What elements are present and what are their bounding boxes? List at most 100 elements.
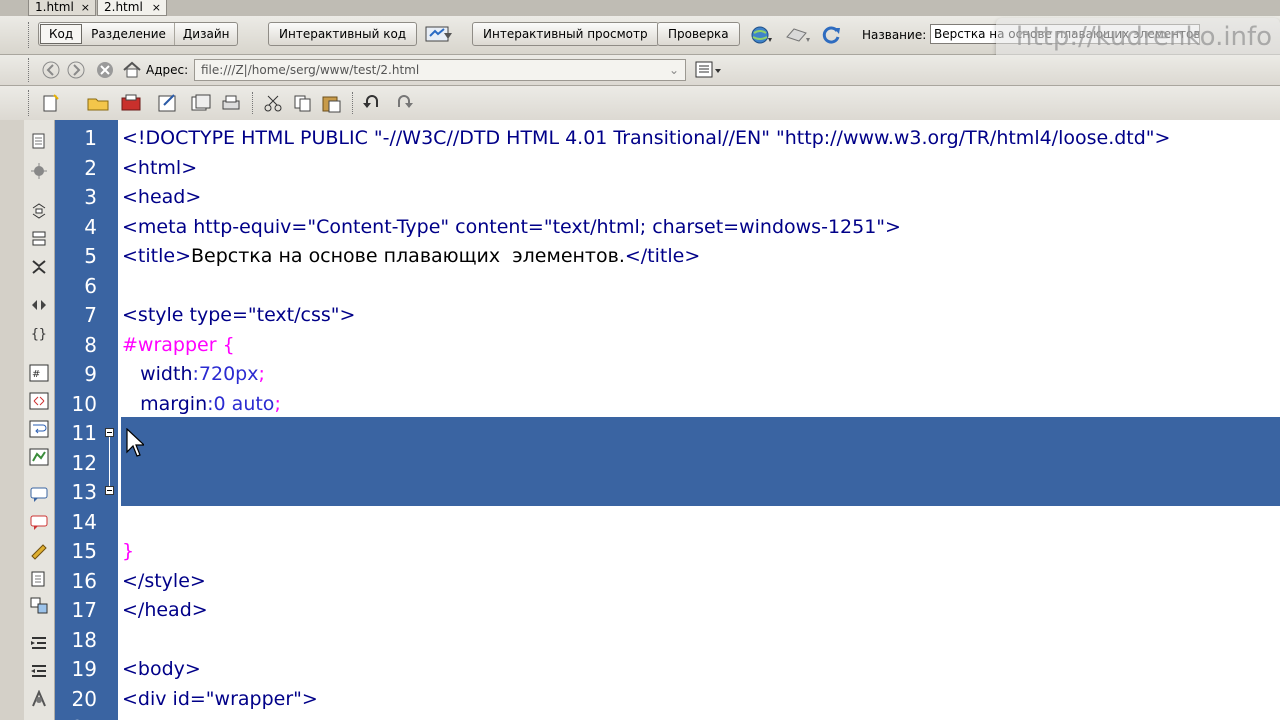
tab-2-html[interactable]: 2.html ×	[97, 0, 167, 16]
address-input[interactable]: file:///Z|/home/serg/www/test/2.html ⌄	[194, 59, 686, 81]
check-button[interactable]: Проверка	[657, 22, 740, 46]
line-number: 6	[84, 274, 97, 298]
fold-toggle-icon[interactable]	[105, 428, 114, 437]
fold-toggle-icon[interactable]	[105, 486, 114, 495]
wrap-tag-icon[interactable]	[29, 542, 49, 560]
back-icon[interactable]	[42, 61, 62, 79]
code-line[interactable]: <body>	[122, 657, 201, 681]
fold-line	[109, 437, 110, 487]
address-url: file:///Z|/home/serg/www/test/2.html	[201, 63, 420, 77]
line-number: 10	[71, 392, 97, 416]
split-view-button[interactable]: Разделение	[83, 23, 175, 45]
line-number: 12	[71, 451, 97, 475]
tab-1-html[interactable]: 1.html ×	[28, 0, 96, 16]
home-icon[interactable]	[122, 60, 144, 80]
save-icon[interactable]	[156, 93, 180, 113]
apply-comment-icon[interactable]	[29, 486, 49, 504]
watermark-text: http://kudrenko.info	[1016, 22, 1273, 52]
collapse-full-tag-icon[interactable]	[29, 202, 49, 220]
mouse-cursor-icon	[126, 428, 144, 457]
address-label: Адрес:	[146, 63, 189, 77]
title-label: Название:	[862, 28, 927, 42]
code-line[interactable]: }	[122, 539, 134, 563]
toolbar-gripper[interactable]	[28, 90, 32, 116]
redo-icon[interactable]	[394, 93, 416, 113]
line-number: 19	[71, 657, 97, 681]
code-line[interactable]: <meta http-equiv="Content-Type" content=…	[122, 215, 901, 239]
code-line[interactable]: width:720px;	[122, 362, 265, 386]
code-line[interactable]: <div id="wrapper">	[122, 687, 318, 711]
open-folder-icon[interactable]	[86, 93, 112, 113]
collapse-selection-icon[interactable]	[29, 230, 49, 248]
code-token: margin	[122, 393, 208, 415]
toolbar-gripper[interactable]	[28, 58, 32, 82]
line-numbers-icon[interactable]: #	[29, 364, 49, 382]
line-number: 2	[84, 156, 97, 180]
code-line[interactable]: <html>	[122, 156, 197, 180]
line-number: 18	[71, 628, 97, 652]
outdent-code-icon[interactable]	[29, 662, 49, 680]
svg-text:{}: {}	[31, 327, 47, 342]
inspect-icon[interactable]	[424, 24, 454, 44]
code-line[interactable]: #wrapper {	[122, 333, 235, 357]
code-line[interactable]: <style type="text/css">	[122, 303, 355, 327]
close-icon[interactable]: ×	[152, 0, 161, 15]
live-code-button[interactable]: Интерактивный код	[268, 22, 418, 46]
line-number: 8	[84, 333, 97, 357]
balance-braces-icon[interactable]: {}	[29, 324, 49, 342]
line-number: 11	[71, 421, 97, 445]
code-token: <style type="text/css">	[122, 304, 356, 326]
code-editor[interactable]: 1 2 3 4 5 6 7 8 9 10 11 12 13 14 15 16 1…	[55, 120, 1280, 720]
toolbar-gripper[interactable]	[28, 22, 32, 48]
code-token: #wrapper {	[122, 334, 235, 356]
document-tab-strip: 1.html × 2.html ×	[0, 0, 1280, 16]
view-switcher: Код Разделение Дизайн	[38, 22, 239, 46]
code-line[interactable]: <head>	[122, 185, 201, 209]
format-source-code-icon[interactable]	[29, 690, 49, 708]
recent-snippets-icon[interactable]	[29, 570, 49, 588]
chevron-down-icon[interactable]: ⌄	[669, 60, 679, 80]
select-parent-tag-icon[interactable]	[29, 296, 49, 314]
save-all-icon[interactable]	[189, 93, 213, 113]
code-line[interactable]: </style>	[122, 569, 206, 593]
paste-icon[interactable]	[320, 93, 344, 113]
design-view-button[interactable]: Дизайн	[175, 23, 238, 45]
close-icon[interactable]: ×	[81, 0, 90, 15]
syntax-coloring-icon[interactable]	[29, 448, 49, 466]
toolbar-separator	[252, 92, 256, 114]
browse-icon[interactable]	[120, 93, 146, 113]
new-document-icon[interactable]	[40, 93, 62, 113]
undo-icon[interactable]	[362, 93, 384, 113]
stop-icon[interactable]	[96, 61, 116, 79]
globe-icon[interactable]	[750, 25, 774, 45]
code-line[interactable]: </head>	[122, 598, 208, 622]
code-line[interactable]: margin:0 auto;	[122, 392, 281, 416]
line-number: 5	[84, 244, 97, 268]
expand-all-icon[interactable]	[29, 258, 49, 276]
print-icon[interactable]	[220, 93, 244, 113]
code-token: }	[122, 540, 135, 562]
code-view-button[interactable]: Код	[40, 24, 83, 44]
live-view-button[interactable]: Интерактивный просмотр	[472, 22, 659, 46]
code-line[interactable]: <title>Верстка на основе плавающих элеме…	[122, 244, 700, 268]
code-token: </head>	[122, 599, 208, 621]
open-documents-icon[interactable]	[29, 132, 49, 150]
line-number: 16	[71, 569, 97, 593]
code-token: </title>	[624, 245, 701, 267]
forward-icon[interactable]	[67, 61, 87, 79]
cut-icon[interactable]	[262, 93, 286, 113]
refresh-icon[interactable]	[822, 25, 842, 45]
move-css-icon[interactable]	[29, 596, 49, 614]
copy-icon[interactable]	[292, 93, 316, 113]
highlight-invalid-code-icon[interactable]	[29, 392, 49, 410]
line-number: 21	[55, 716, 97, 720]
view-options-icon[interactable]	[694, 60, 724, 80]
line-number: 9	[84, 362, 97, 386]
file-management-icon[interactable]	[784, 25, 812, 45]
code-token: <meta http-equiv="Content-Type" content=…	[122, 216, 901, 238]
show-code-navigator-icon[interactable]	[29, 162, 49, 180]
remove-comment-icon[interactable]	[29, 514, 49, 532]
code-line[interactable]: <!DOCTYPE HTML PUBLIC "-//W3C//DTD HTML …	[122, 126, 1170, 150]
word-wrap-icon[interactable]	[29, 420, 49, 438]
indent-code-icon[interactable]	[29, 634, 49, 652]
